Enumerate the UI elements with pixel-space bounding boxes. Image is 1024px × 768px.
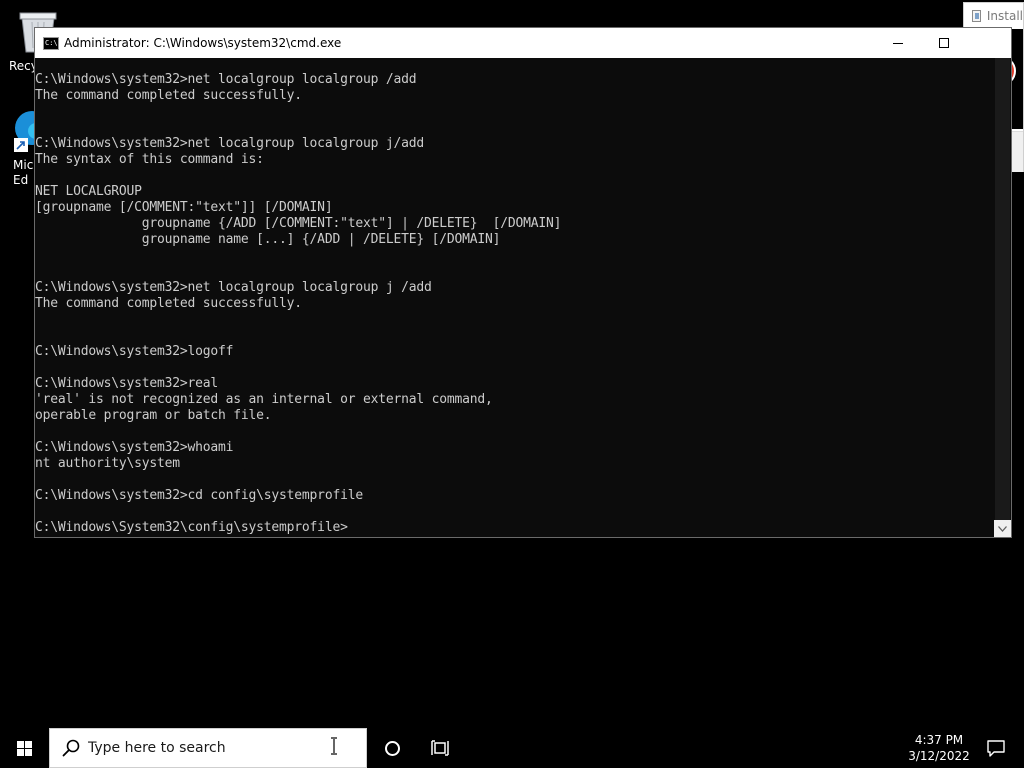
task-view-icon: [431, 740, 449, 756]
scroll-down-button[interactable]: [994, 520, 1011, 537]
console-text: C:\Windows\system32>net localgroup local…: [35, 72, 562, 535]
installer-title: Install: [986, 9, 1023, 23]
installer-titlebar[interactable]: Install: [964, 3, 1023, 29]
maximize-icon: [939, 38, 949, 48]
clock-date: 3/12/2022: [908, 749, 970, 763]
edge-label: Mic Ed: [13, 158, 34, 187]
minimize-icon: [893, 42, 903, 44]
notification-center-button[interactable]: [976, 728, 1016, 768]
cortana-icon: [384, 740, 400, 756]
task-view-button[interactable]: [418, 728, 462, 768]
cmd-app-icon: C:\: [43, 36, 59, 50]
taskbar-search-box[interactable]: [49, 728, 367, 768]
start-button[interactable]: [0, 728, 48, 768]
cmd-window-title: Administrator: C:\Windows\system32\cmd.e…: [64, 36, 342, 50]
clock-time: 4:37 PM: [914, 733, 964, 747]
taskbar: 4:37 PM 3/12/2022: [0, 728, 1024, 768]
console-output[interactable]: C:\Windows\system32>net localgroup local…: [35, 58, 994, 537]
cmd-titlebar[interactable]: C:\ Administrator: C:\Windows\system32\c…: [35, 28, 1011, 58]
desktop: Recy Mic Ed Install C:\ Administrator: C…: [0, 0, 1024, 728]
notification-icon: [987, 739, 1005, 757]
text-cursor-icon: [331, 737, 337, 755]
installer-app-icon: [972, 10, 981, 22]
windows-logo-icon: [16, 740, 32, 756]
cmd-window[interactable]: C:\ Administrator: C:\Windows\system32\c…: [34, 27, 1012, 538]
search-input[interactable]: [88, 736, 328, 760]
maximize-button[interactable]: [921, 28, 967, 58]
minimize-button[interactable]: [875, 28, 921, 58]
chevron-down-icon: [998, 525, 1007, 532]
cortana-button[interactable]: [370, 728, 414, 768]
vertical-scrollbar[interactable]: [994, 58, 1011, 537]
scrollbar-thumb[interactable]: [995, 58, 1010, 520]
system-clock[interactable]: 4:37 PM 3/12/2022: [896, 728, 982, 768]
search-icon: [62, 739, 80, 757]
